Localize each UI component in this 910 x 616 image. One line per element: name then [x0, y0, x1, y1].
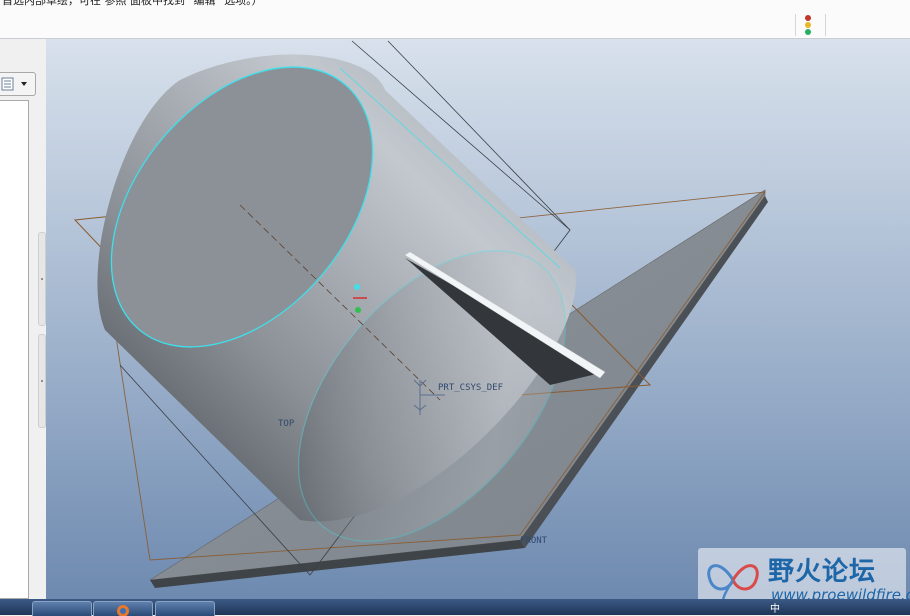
model-canvas: TOP FRONT PRT_CSYS_DEF: [73, 40, 768, 588]
message-text: 首选内部草绘，可在 参照 面板中找到 "编辑" 选项。）: [2, 0, 263, 7]
tree-list-icon: [1, 77, 27, 91]
panel-sash-handle[interactable]: [38, 334, 46, 428]
model-tree[interactable]: [0, 100, 29, 599]
datum-label-top: TOP: [278, 419, 295, 429]
status-light-icon: [803, 14, 813, 36]
firefox-icon: [117, 605, 129, 616]
watermark-title: 野火论坛: [768, 557, 877, 587]
datum-label-csys: PRT_CSYS_DEF: [438, 383, 503, 393]
toolbar-separator: [795, 14, 796, 36]
toolbar-separator: [825, 14, 826, 36]
message-bar: 首选内部草绘，可在 参照 面板中找到 "编辑" 选项。）: [0, 0, 910, 39]
system-tray: 中: [745, 601, 910, 615]
navigator-panel: [0, 39, 46, 599]
chevron-down-icon: [21, 82, 27, 86]
taskbar-button-app1[interactable]: [32, 601, 92, 616]
panel-sash-handle[interactable]: [38, 232, 46, 326]
taskbar-button-firefox[interactable]: [93, 601, 153, 616]
graphics-viewport[interactable]: TOP FRONT PRT_CSYS_DEF: [46, 39, 910, 599]
datum-label-front: FRONT: [520, 536, 548, 546]
windows-taskbar: 中: [0, 599, 910, 616]
taskbar-button-app3[interactable]: [155, 601, 215, 616]
ime-indicator[interactable]: 中: [770, 600, 780, 615]
model-tree-toggle-button[interactable]: [0, 72, 36, 96]
